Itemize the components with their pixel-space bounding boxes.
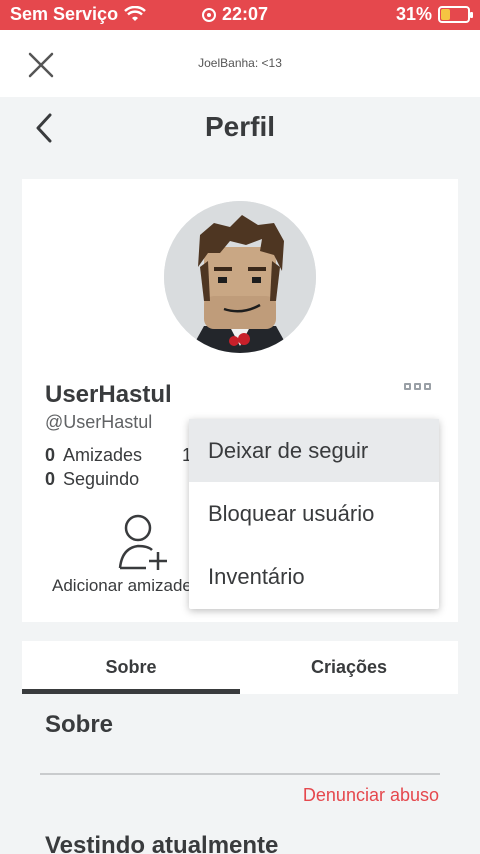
add-friend-label: Adicionar amizade <box>52 576 192 595</box>
recording-icon <box>202 7 216 22</box>
report-abuse-link[interactable]: Denunciar abuso <box>303 785 439 806</box>
battery-icon <box>438 6 473 23</box>
username: @UserHastul <box>45 412 153 432</box>
menu-item-block-user[interactable]: Bloquear usuário <box>189 482 439 545</box>
menu-item-unfollow[interactable]: Deixar de seguir <box>189 419 439 482</box>
friends-stat[interactable]: 0 Amizades <box>45 445 142 466</box>
battery-percent: 31% <box>395 4 432 24</box>
add-friend-icon <box>118 514 167 570</box>
webview-header: JoelBanha: <13 <box>0 30 480 97</box>
more-options-icon[interactable] <box>404 383 432 395</box>
friends-label: Amizades <box>63 445 143 465</box>
friends-count: 0 <box>45 445 56 465</box>
tab-about[interactable]: Sobre <box>22 641 240 694</box>
clock: 22:07 <box>222 4 269 24</box>
following-label: Seguindo <box>63 469 140 489</box>
about-title: Sobre <box>45 711 114 738</box>
following-stat[interactable]: 0 Seguindo <box>45 469 139 490</box>
tab-creations[interactable]: Criações <box>240 641 458 694</box>
more-options-menu: Deixar de seguir Bloquear usuário Invent… <box>189 419 439 609</box>
profile-tabs: Sobre Criações <box>22 641 458 694</box>
menu-item-inventory[interactable]: Inventário <box>189 545 439 608</box>
page-title: Perfil <box>204 111 276 142</box>
webview-title: JoelBanha: <13 <box>198 56 282 70</box>
avatar[interactable] <box>164 201 316 353</box>
carrier-label: Sem Serviço <box>10 4 119 24</box>
wifi-icon <box>124 6 146 21</box>
avatar-image <box>164 201 316 353</box>
page-header: Perfil <box>0 97 480 179</box>
wearing-title: Vestindo atualmente <box>45 832 279 854</box>
status-bar: Sem Serviço 22:07 31% <box>0 0 480 30</box>
divider <box>40 773 440 775</box>
display-name: UserHastul <box>45 381 172 408</box>
following-count: 0 <box>45 469 56 489</box>
